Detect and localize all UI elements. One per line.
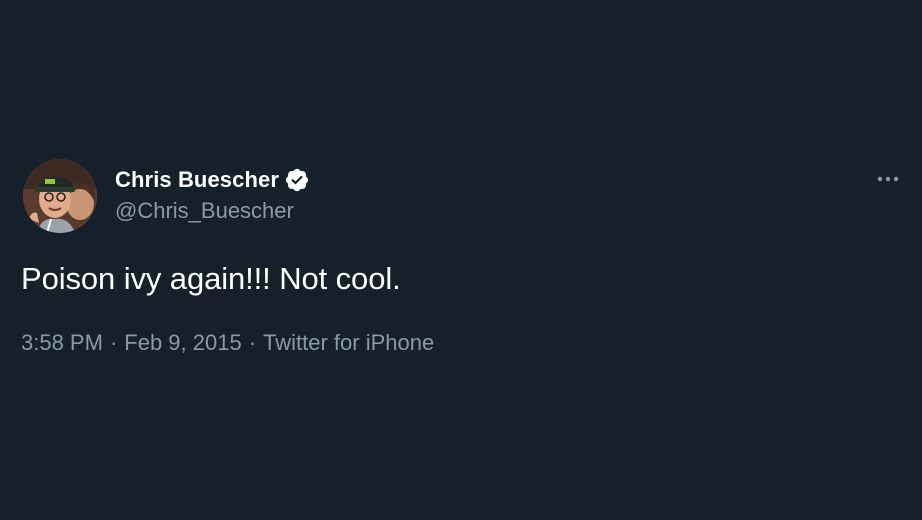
more-horizontal-icon <box>877 176 899 182</box>
more-options-button[interactable] <box>872 167 904 191</box>
verified-badge-icon <box>284 167 310 193</box>
author-name-row: Chris Buescher <box>115 166 310 194</box>
tweet-meta: 3:58 PM · Feb 9, 2015 · Twitter for iPhone <box>21 330 434 356</box>
tweet-card: Chris Buescher @Chris_Buescher Poison iv… <box>0 0 922 520</box>
tweet-time[interactable]: 3:58 PM <box>21 330 103 355</box>
author-display-name[interactable]: Chris Buescher <box>115 167 279 193</box>
tweet-text: Poison ivy again!!! Not cool. <box>21 261 401 296</box>
avatar-image <box>23 159 97 233</box>
author-handle[interactable]: @Chris_Buescher <box>115 198 294 224</box>
meta-separator: · <box>248 330 257 355</box>
avatar[interactable] <box>23 159 97 233</box>
tweet-source[interactable]: Twitter for iPhone <box>263 330 434 355</box>
tweet-date[interactable]: Feb 9, 2015 <box>124 330 241 355</box>
meta-separator: · <box>109 330 118 355</box>
